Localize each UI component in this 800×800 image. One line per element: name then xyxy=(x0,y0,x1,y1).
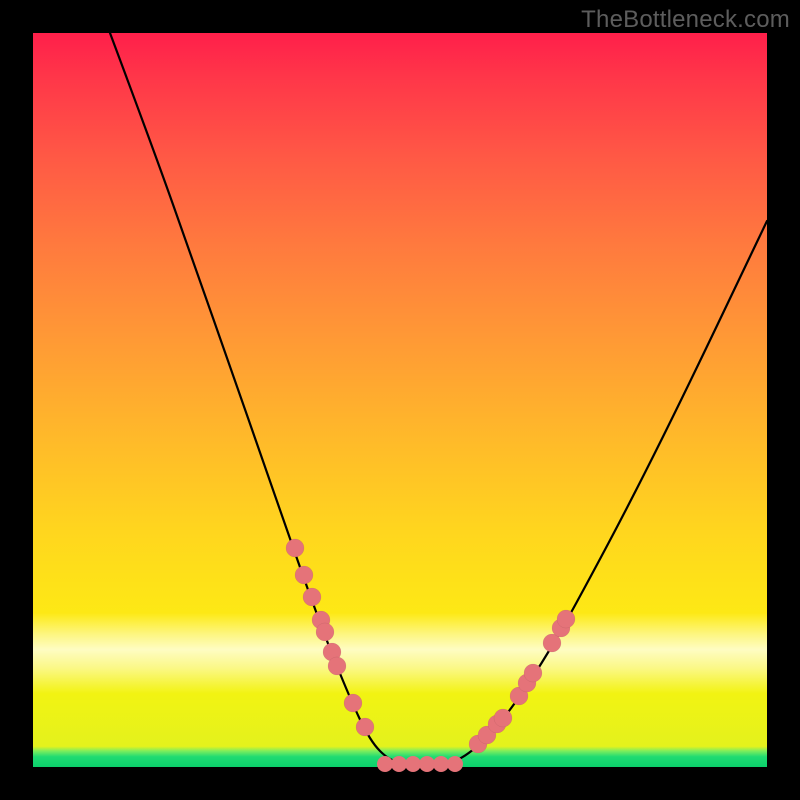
marker-dot xyxy=(356,718,374,736)
marker-dot xyxy=(405,756,421,772)
marker-dot xyxy=(433,756,449,772)
plot-area xyxy=(33,33,767,767)
flat-min-markers xyxy=(377,756,463,772)
outer-frame: TheBottleneck.com xyxy=(0,0,800,800)
left-cluster-markers xyxy=(286,539,374,736)
marker-dot xyxy=(557,610,575,628)
marker-dot xyxy=(391,756,407,772)
left-curve xyxy=(110,33,405,765)
marker-dot xyxy=(286,539,304,557)
right-cluster-markers xyxy=(469,610,575,753)
marker-dot xyxy=(328,657,346,675)
marker-dot xyxy=(316,623,334,641)
marker-dot xyxy=(295,566,313,584)
marker-dot xyxy=(377,756,393,772)
marker-dot xyxy=(303,588,321,606)
marker-dot xyxy=(494,709,512,727)
right-curve xyxy=(443,221,767,765)
marker-dot xyxy=(524,664,542,682)
marker-dot xyxy=(419,756,435,772)
marker-dot xyxy=(447,756,463,772)
watermark-text: TheBottleneck.com xyxy=(581,6,790,34)
marker-dot xyxy=(344,694,362,712)
chart-svg xyxy=(33,33,767,767)
